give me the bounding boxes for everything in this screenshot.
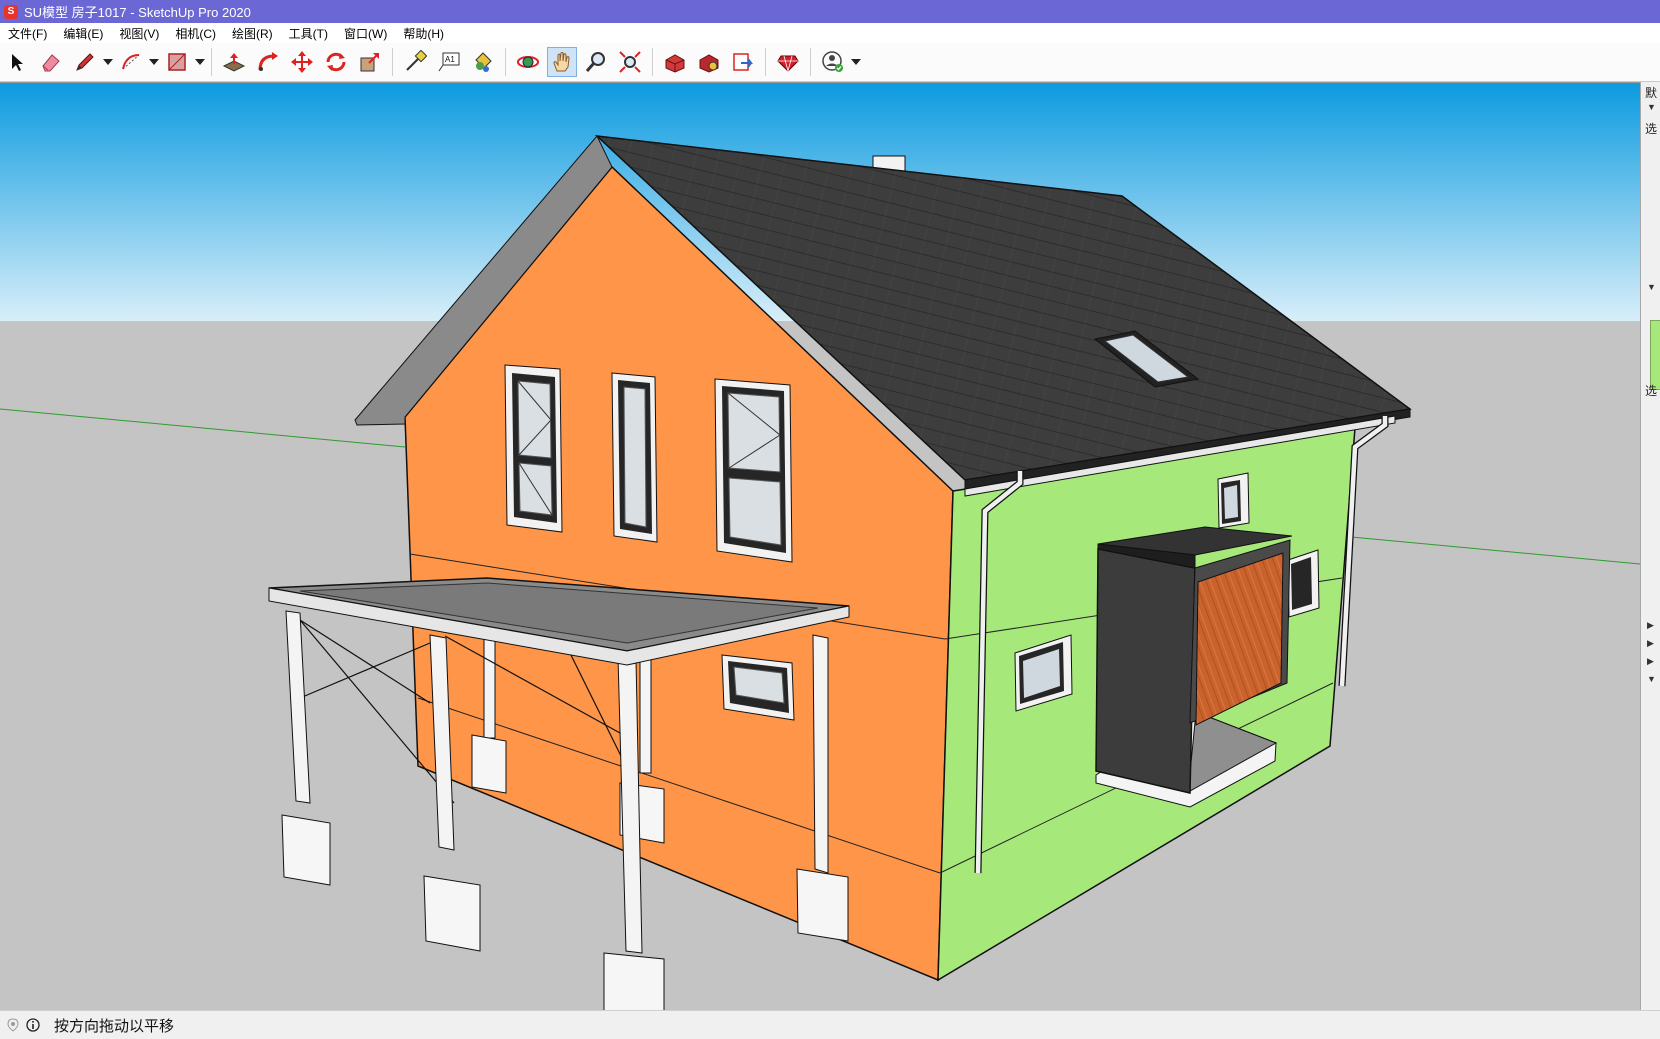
rectangle-tool-button[interactable] (162, 47, 192, 77)
menu-camera[interactable]: 相机(C) (167, 25, 224, 42)
tray-select-label: 选 (1645, 122, 1658, 136)
large-toolset-toolbar: A1 (0, 43, 1660, 82)
window-title: SU模型 房子1017 - SketchUp Pro 2020 (24, 5, 251, 20)
follow-me-tool-button[interactable] (253, 47, 283, 77)
default-tray-panel[interactable]: 默 ▼ 选 ▼ 选 ▶ ▶ ▶ ▼ (1640, 82, 1660, 1010)
line-tool-dropdown[interactable] (102, 47, 114, 77)
push-pull-icon (222, 53, 246, 72)
zoom-extents-icon (619, 51, 641, 73)
account-dropdown[interactable] (850, 47, 862, 77)
menu-file[interactable]: 文件(F) (0, 25, 55, 42)
paint-bucket-icon (475, 52, 492, 72)
toolbar-separator (211, 48, 212, 76)
line-tool-button[interactable] (70, 47, 100, 77)
pan-hand-icon (553, 52, 570, 72)
text-tool-button[interactable]: A1 (434, 47, 464, 77)
chevron-down-icon (195, 59, 205, 65)
move-icon (291, 51, 313, 73)
account-button[interactable] (818, 47, 848, 77)
window-upper-middle (611, 372, 658, 543)
geo-location-icon[interactable] (6, 1018, 20, 1032)
entrance-front (1095, 548, 1196, 794)
tray-section-collapse-icon[interactable]: ▼ (1647, 674, 1656, 684)
menu-edit[interactable]: 编辑(E) (55, 25, 111, 42)
tray-collapse-icon[interactable]: ▼ (1647, 102, 1656, 112)
tray-section-expand-icon[interactable]: ▶ (1647, 656, 1654, 667)
toolbar-separator (392, 48, 393, 76)
window-upper-right (714, 378, 793, 563)
eraser-tool-button[interactable] (36, 47, 66, 77)
tray-section-expand-icon[interactable]: ▶ (1647, 638, 1654, 649)
material-swatch[interactable] (1650, 320, 1660, 390)
info-icon[interactable] (26, 1018, 40, 1032)
tray-select-label-2: 选 (1645, 384, 1658, 398)
zoom-icon (585, 52, 605, 72)
toolbar-separator (652, 48, 653, 76)
toolbar-separator (765, 48, 766, 76)
select-arrow-icon (12, 54, 23, 71)
eraser-icon (42, 54, 60, 72)
tape-measure-tool-button[interactable] (400, 47, 430, 77)
title-bar: S SU模型 房子1017 - SketchUp Pro 2020 (0, 0, 1660, 23)
rotate-icon (326, 52, 346, 72)
window-green-upper (1217, 472, 1250, 529)
pencil-line-icon (76, 53, 94, 71)
orbit-icon (517, 56, 539, 68)
tray-material-expand-icon[interactable]: ▼ (1647, 282, 1656, 292)
window-lower-orange (721, 654, 795, 721)
user-account-icon (822, 51, 843, 72)
rotate-tool-button[interactable] (321, 47, 351, 77)
zoom-tool-button[interactable] (581, 47, 611, 77)
orbit-tool-button[interactable] (513, 47, 543, 77)
menu-help[interactable]: 帮助(H) (395, 25, 452, 42)
3d-warehouse-button[interactable] (660, 47, 690, 77)
move-tool-button[interactable] (287, 47, 317, 77)
extension-warehouse-icon (699, 54, 719, 73)
select-tool-button[interactable] (2, 47, 32, 77)
pan-tool-button[interactable] (547, 47, 577, 77)
rectangle-tool-dropdown[interactable] (194, 47, 206, 77)
sketchup-logo-icon: S (4, 4, 18, 19)
window-green-lower-right (1287, 549, 1320, 618)
menu-bar: 文件(F) 编辑(E) 视图(V) 相机(C) 绘图(R) 工具(T) 窗口(W… (0, 23, 1660, 43)
extension-warehouse-button[interactable] (694, 47, 724, 77)
menu-view[interactable]: 视图(V) (111, 25, 167, 42)
window-upper-left (504, 364, 563, 533)
text-icon: A1 (438, 52, 460, 72)
menu-window[interactable]: 窗口(W) (336, 25, 395, 42)
status-hint-text: 按方向拖动以平移 (54, 1017, 175, 1035)
zoom-extents-tool-button[interactable] (615, 47, 645, 77)
chevron-down-icon (103, 59, 113, 65)
tray-section-expand-icon[interactable]: ▶ (1647, 620, 1654, 631)
tape-measure-icon (406, 50, 427, 71)
warehouse-icon (665, 54, 685, 73)
toolbar-separator (810, 48, 811, 76)
layout-send-icon (733, 53, 753, 71)
chevron-down-icon (851, 59, 861, 65)
toolbar-separator (505, 48, 506, 76)
extension-manager-button[interactable] (773, 47, 803, 77)
send-to-layout-button[interactable] (728, 47, 758, 77)
arc-tool-dropdown[interactable] (148, 47, 160, 77)
offset-icon (258, 52, 278, 71)
chevron-down-icon (149, 59, 159, 65)
paint-bucket-tool-button[interactable] (468, 47, 498, 77)
rectangle-icon (168, 53, 186, 71)
status-bar: 按方向拖动以平移 (0, 1010, 1660, 1039)
scale-icon (360, 53, 379, 72)
arc-icon (122, 54, 140, 70)
scale-tool-button[interactable] (355, 47, 385, 77)
tray-title-default: 默 (1645, 86, 1658, 100)
menu-draw[interactable]: 绘图(R) (224, 25, 281, 42)
push-pull-tool-button[interactable] (219, 47, 249, 77)
extension-ruby-icon (777, 55, 799, 73)
svg-text:A1: A1 (445, 55, 455, 64)
house-model-scene (0, 83, 1640, 1011)
menu-tools[interactable]: 工具(T) (281, 25, 336, 42)
model-viewport[interactable] (0, 82, 1640, 1011)
arc-tool-button[interactable] (116, 47, 146, 77)
